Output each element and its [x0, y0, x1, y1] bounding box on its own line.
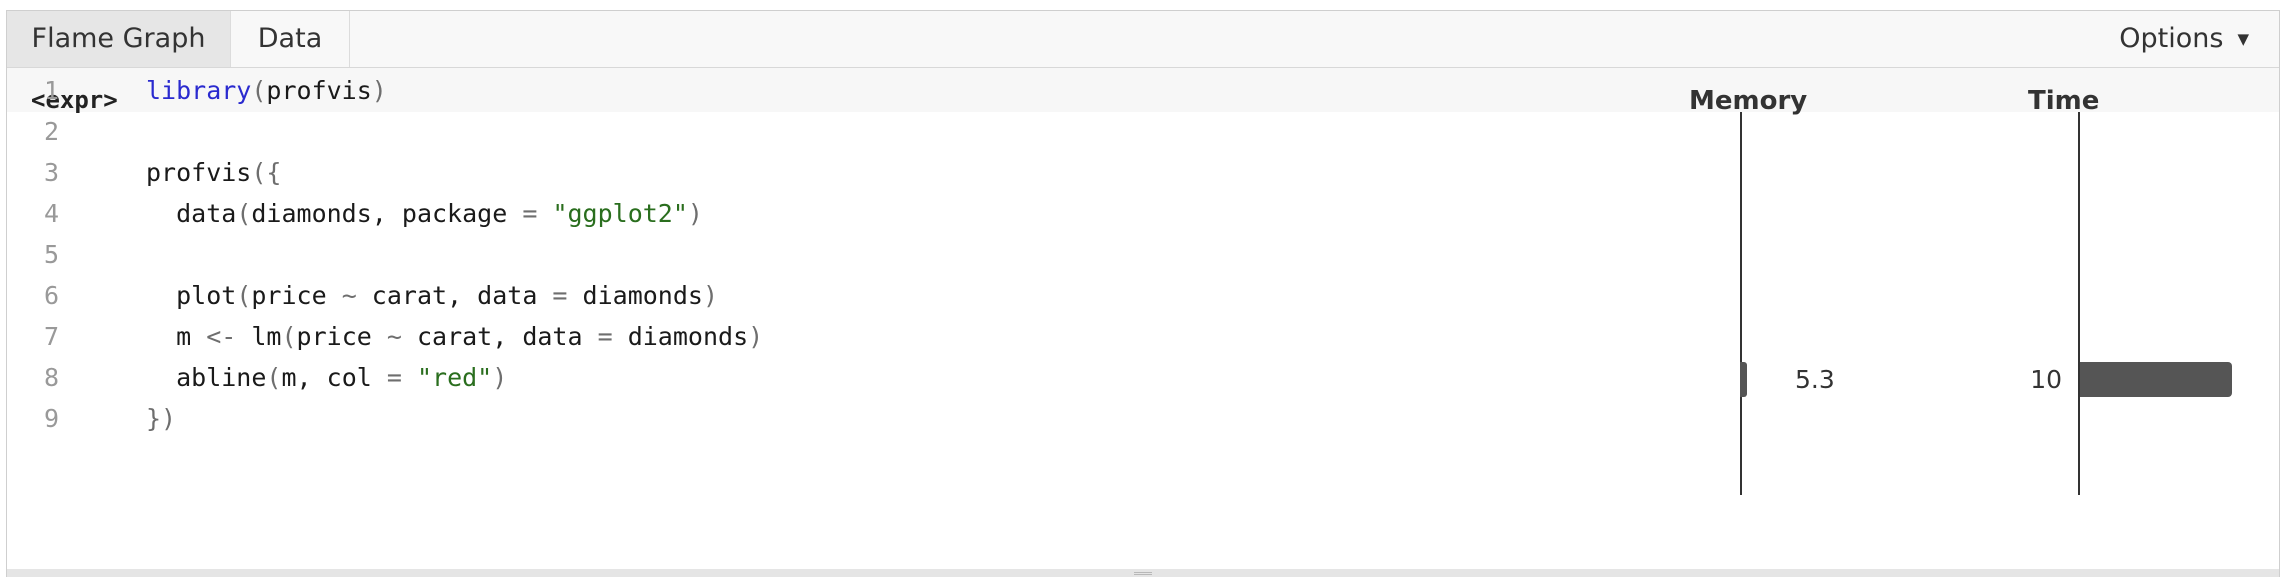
- code-line[interactable]: 3 profvis({: [7, 152, 1707, 193]
- code-token: profvis: [146, 158, 252, 187]
- line-code: m <- lm(price ~ carat, data = diamonds): [146, 316, 763, 357]
- options-menu-button[interactable]: Options ▼: [2119, 11, 2249, 67]
- code-token: m, col: [281, 363, 387, 392]
- line-number: 6: [43, 281, 59, 310]
- line-number: 2: [43, 117, 59, 146]
- code-token: ): [702, 281, 719, 310]
- line-number: 4: [43, 199, 59, 228]
- tab-bar: Flame Graph Data Options ▼: [7, 11, 2279, 68]
- time-column-header: Time: [2028, 86, 2100, 116]
- tab-flame-graph[interactable]: Flame Graph: [7, 11, 231, 67]
- code-token: =: [522, 199, 538, 228]
- code-token: carat, data: [401, 322, 598, 351]
- memory-value: 5.3: [1795, 365, 1835, 394]
- line-number: 1: [43, 76, 59, 105]
- resize-grip-icon[interactable]: [1134, 572, 1152, 575]
- code-token: "red": [416, 363, 493, 392]
- code-token: (: [236, 281, 252, 310]
- options-label: Options: [2119, 23, 2224, 54]
- memory-axis-line: [1740, 112, 1742, 495]
- code-token: abline: [146, 363, 267, 392]
- line-code: library(profvis): [146, 70, 387, 111]
- code-token: ): [687, 199, 703, 228]
- line-code: profvis({: [146, 152, 281, 193]
- code-token: diamonds: [612, 322, 749, 351]
- code-token: data: [146, 199, 237, 228]
- code-token: diamonds: [567, 281, 703, 310]
- code-token: ): [748, 322, 764, 351]
- code-token: }): [146, 404, 177, 433]
- code-token: carat, data: [356, 281, 553, 310]
- line-code: plot(price ~ carat, data = diamonds): [146, 275, 718, 316]
- code-token: (: [251, 76, 267, 105]
- line-number: 3: [43, 158, 59, 187]
- code-token: <-: [206, 322, 237, 351]
- code-line[interactable]: 8 abline(m, col = "red"): [7, 357, 1707, 398]
- code-token: =: [552, 281, 568, 310]
- line-code: abline(m, col = "red"): [146, 357, 507, 398]
- code-token: profvis: [266, 76, 372, 105]
- code-token: m: [146, 322, 207, 351]
- code-token: plot: [146, 281, 237, 310]
- line-number: 9: [43, 404, 59, 433]
- code-line[interactable]: 1 library(profvis): [7, 70, 1707, 111]
- line-number: 8: [43, 363, 59, 392]
- code-token: lm: [236, 322, 282, 351]
- code-line[interactable]: 6 plot(price ~ carat, data = diamonds): [7, 275, 1707, 316]
- code-token: (: [266, 363, 282, 392]
- line-code: }): [146, 398, 176, 439]
- memory-bar[interactable]: [1740, 362, 1747, 397]
- code-line[interactable]: 7 m <- lm(price ~ carat, data = diamonds…: [7, 316, 1707, 357]
- line-code: data(diamonds, package = "ggplot2"): [146, 193, 703, 234]
- code-token: library: [146, 76, 252, 105]
- code-token: price: [251, 281, 342, 310]
- line-number: 5: [43, 240, 59, 269]
- code-token: diamonds, package: [251, 199, 523, 228]
- code-line[interactable]: 2: [7, 111, 1707, 152]
- time-axis-line: [2078, 112, 2080, 495]
- time-bar[interactable]: [2080, 362, 2232, 397]
- code-token: ~: [341, 281, 357, 310]
- code-token: (: [236, 199, 252, 228]
- code-token: ({: [251, 158, 282, 187]
- tab-data[interactable]: Data: [231, 11, 350, 67]
- code-token: ): [492, 363, 508, 392]
- code-token: price: [296, 322, 387, 351]
- caret-down-icon: ▼: [2237, 30, 2249, 48]
- code-line[interactable]: 4 data(diamonds, package = "ggplot2"): [7, 193, 1707, 234]
- code-line[interactable]: 5: [7, 234, 1707, 275]
- resize-handle-bar[interactable]: [7, 569, 2279, 577]
- code-token: ): [371, 76, 387, 105]
- profvis-panel: Flame Graph Data Options ▼ <expr> Memory …: [6, 10, 2280, 577]
- code-token: (: [281, 322, 297, 351]
- time-value: 10: [2030, 365, 2062, 394]
- code-token: =: [386, 363, 402, 392]
- code-token: ~: [386, 322, 402, 351]
- code-line[interactable]: 9}): [7, 398, 1707, 439]
- code-token: =: [597, 322, 613, 351]
- code-token: "ggplot2": [552, 199, 688, 228]
- line-number: 7: [43, 322, 59, 351]
